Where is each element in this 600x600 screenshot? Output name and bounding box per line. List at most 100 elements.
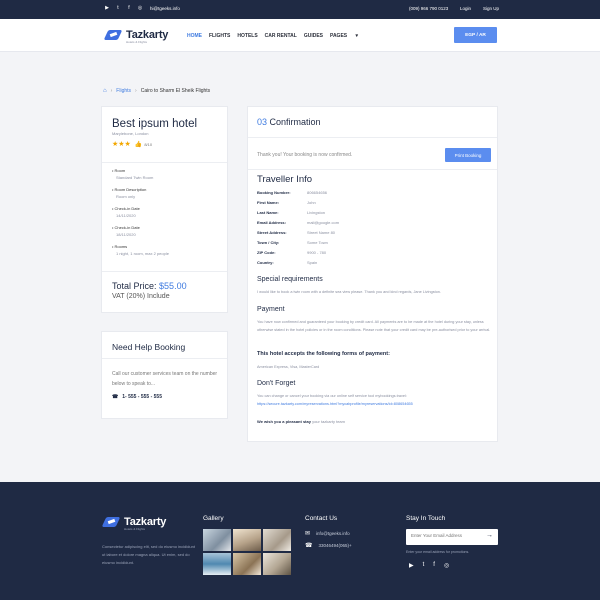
info-value: Street Name 80 <box>307 230 336 235</box>
divider <box>102 358 227 359</box>
help-phone-number: 1- 555 - 555 - 555 <box>122 394 162 400</box>
plane-logo-icon <box>101 515 121 529</box>
help-title: Need Help Booking <box>112 342 186 352</box>
gallery-grid <box>203 529 291 575</box>
info-value: Livingston <box>307 210 326 215</box>
info-row-town: Town / City: Some Town <box>257 240 417 245</box>
newsletter-email-input[interactable] <box>411 533 481 538</box>
info-row-first-name: First Name: John <box>257 200 417 205</box>
login-link[interactable]: Login <box>460 6 471 11</box>
footer-logo[interactable]: Tazkarty Hotels & Flights <box>101 515 166 531</box>
detail-label: Check-in Date <box>112 206 140 211</box>
step-title: Confirmation <box>269 117 321 127</box>
gallery-image[interactable] <box>233 529 261 551</box>
youtube-icon[interactable]: ▶ <box>409 562 414 569</box>
phone-icon: ☎ <box>112 394 119 400</box>
caret-down-icon: ▾ <box>355 33 359 39</box>
facebook-icon[interactable]: f <box>126 5 132 11</box>
manage-booking-link[interactable]: https://secure.tazkarty.com/myreservatio… <box>257 402 413 406</box>
payment-forms-title: This hotel accepts the following forms o… <box>257 351 390 357</box>
confirmation-message: Thank you! Your booking is now confirmed… <box>257 152 353 158</box>
breadcrumb-flights[interactable]: Flights <box>116 88 131 94</box>
arrow-right-icon[interactable]: → <box>486 532 493 539</box>
contact-title: Contact Us <box>305 515 338 522</box>
help-booking-card: Need Help Booking Call our customer serv… <box>101 331 228 419</box>
divider <box>102 162 227 163</box>
logo[interactable]: Tazkarty Hotels & Flights <box>103 28 168 44</box>
rating-score: 8/10 <box>144 141 153 147</box>
gallery-image[interactable] <box>203 553 231 575</box>
mail-icon: ✉ <box>305 531 311 537</box>
contact-phone[interactable]: ☎ 33046494(065)+ <box>305 542 352 549</box>
topbar-email[interactable]: hi@tgeeks.info <box>150 6 180 11</box>
phone-icon: ☎ <box>305 543 313 549</box>
newsletter-note: Enter your email address for promotions. <box>406 550 470 554</box>
topbar-social: ▶ t f ◎ <box>104 5 143 11</box>
info-value: 806654656 <box>307 190 328 195</box>
facebook-icon[interactable]: f <box>433 562 435 569</box>
instagram-icon[interactable]: ◎ <box>137 5 143 11</box>
dont-forget-message: You can change or cancel your booking vi… <box>257 394 407 398</box>
info-key: Last Name: <box>257 210 279 215</box>
divider <box>248 169 497 170</box>
footer: Tazkarty Hotels & Flights Consectetur ad… <box>0 482 600 600</box>
detail-rooms: Rooms 1 night, 1 room, max 2 people <box>112 244 169 256</box>
info-row-booking-number: Booking Number: 806654656 <box>257 190 417 195</box>
youtube-icon[interactable]: ▶ <box>104 5 110 11</box>
hotel-summary-card: Best ipsum hotel Marylebone, London ★★★ … <box>101 106 228 313</box>
info-key: First Name: <box>257 200 280 205</box>
payment-forms-text: American Express, Visa, MasterCard <box>257 365 320 369</box>
info-row-zip: ZIP Code: 9900 - 780 <box>257 250 417 255</box>
total-price-label: Total Price: <box>112 281 157 291</box>
info-key: Country: <box>257 260 274 265</box>
gallery-image[interactable] <box>233 553 261 575</box>
print-booking-button[interactable]: Print Booking <box>445 148 491 162</box>
detail-checkin: Check-in Date 14/11/2020 <box>112 206 140 218</box>
gallery-image[interactable] <box>263 529 291 551</box>
twitter-icon[interactable]: t <box>423 562 425 569</box>
info-value: Some Town <box>307 240 328 245</box>
instagram-icon[interactable]: ◎ <box>444 562 449 569</box>
help-phone[interactable]: ☎ 1- 555 - 555 - 555 <box>112 394 162 400</box>
breadcrumb: ⌂ › Flights › Cairo to Sharm El Sheik Fl… <box>103 88 210 94</box>
breadcrumb-current: Cairo to Sharm El Sheik Flights <box>140 88 211 94</box>
currency-language-button[interactable]: EGP / AR <box>454 27 497 43</box>
newsletter-form: → <box>406 529 498 545</box>
chevron-right-icon: › <box>135 88 137 94</box>
twitter-icon[interactable]: t <box>115 5 121 11</box>
detail-room-description: Room Description Room only <box>112 187 146 199</box>
vat-note: VAT (20%) Include <box>112 293 170 300</box>
home-icon[interactable]: ⌂ <box>103 88 107 94</box>
stay-in-touch-title: Stay In Touch <box>406 515 446 522</box>
nav-pages[interactable]: PAGES ▾ <box>330 33 365 39</box>
nav-hotels[interactable]: HOTELS <box>237 33 257 39</box>
info-key: Email Address: <box>257 220 286 225</box>
confirmation-card: 03 Confirmation Thank you! Your booking … <box>247 106 498 442</box>
nav-home[interactable]: HOME <box>187 33 202 39</box>
nav-pages-label: PAGES <box>329 33 348 39</box>
detail-value: Room only <box>116 194 136 199</box>
closing-bold: We wish you a pleasant stay <box>257 419 311 424</box>
traveller-info-title: Traveller Info <box>257 174 313 185</box>
footer-description: Consectetur adipiscing elit, sed do eius… <box>102 544 195 565</box>
contact-phone-text: 33046494(065)+ <box>318 543 352 548</box>
divider <box>248 137 497 138</box>
footer-logo-subtitle: Hotels & Flights <box>124 527 146 531</box>
signup-link[interactable]: Sign Up <box>483 6 499 11</box>
closing-message: We wish you a pleasant stay your tazkart… <box>257 419 345 424</box>
detail-label: Room <box>112 168 125 173</box>
detail-value: 18/11/2020 <box>116 232 136 237</box>
info-value: 9900 - 780 <box>307 250 327 255</box>
star-icons: ★★★ <box>112 141 131 148</box>
gallery-image[interactable] <box>203 529 231 551</box>
gallery-image[interactable] <box>263 553 291 575</box>
payment-text: You have now confirmed and guaranteed yo… <box>257 320 491 332</box>
header: Tazkarty Hotels & Flights HOME FLIGHTS H… <box>0 19 600 52</box>
info-key: ZIP Code: <box>257 250 276 255</box>
nav-flights[interactable]: FLIGHTS <box>209 33 230 39</box>
info-key: Town / City: <box>257 240 280 245</box>
nav-car-rental[interactable]: CAR RENTAL <box>265 33 297 39</box>
contact-email[interactable]: ✉ info@tgeeks.info <box>305 530 350 537</box>
nav-guides[interactable]: GUIDES <box>304 33 323 39</box>
special-requirements-title: Special requirements <box>257 276 323 283</box>
